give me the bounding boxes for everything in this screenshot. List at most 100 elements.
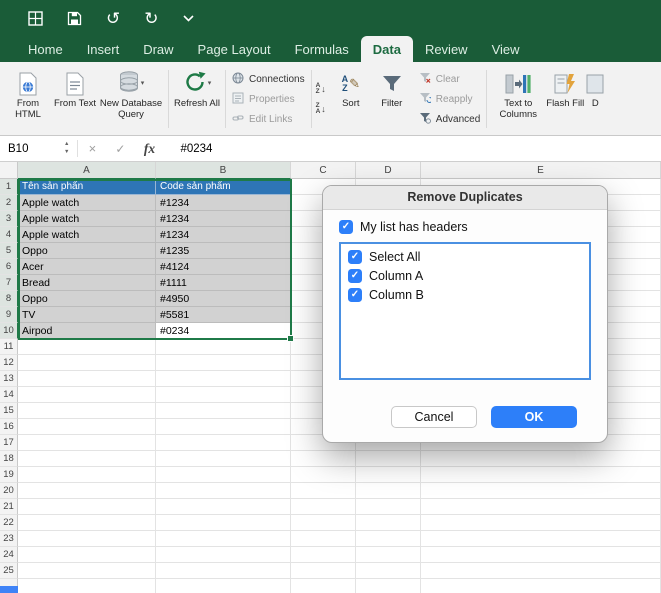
row-header-16[interactable]: 16 (0, 419, 18, 435)
row-header-8[interactable]: 8 (0, 291, 18, 307)
cell-A18[interactable] (18, 451, 156, 467)
row-header-12[interactable]: 12 (0, 355, 18, 371)
sort-za-button[interactable]: ZA ↓ (316, 102, 326, 116)
from-text-button[interactable]: From Text (52, 67, 98, 110)
row-header-6[interactable]: 6 (0, 259, 18, 275)
cell-B5[interactable]: #1235 (156, 243, 291, 259)
cell-E26[interactable] (421, 579, 661, 593)
checkbox-checked-icon[interactable]: ✓ (348, 268, 362, 283)
cell-B7[interactable]: #1111 (156, 275, 291, 291)
tab-insert[interactable]: Insert (75, 36, 132, 62)
row-header-19[interactable]: 19 (0, 467, 18, 483)
tab-draw[interactable]: Draw (131, 36, 185, 62)
cell-B26[interactable] (156, 579, 291, 593)
cell-C19[interactable] (291, 467, 356, 483)
cell-B15[interactable] (156, 403, 291, 419)
row-header-3[interactable]: 3 (0, 211, 18, 227)
cell-A23[interactable] (18, 531, 156, 547)
row-header-13[interactable]: 13 (0, 371, 18, 387)
edit-links-button[interactable]: Edit Links (232, 112, 305, 127)
cell-A2[interactable]: Apple watch (18, 195, 156, 211)
row-header-17[interactable]: 17 (0, 435, 18, 451)
column-header-e[interactable]: E (421, 162, 661, 179)
insert-function-button[interactable]: fx (134, 141, 164, 157)
refresh-all-button[interactable]: ▾ Refresh All (174, 67, 220, 110)
cell-E25[interactable] (421, 563, 661, 579)
cell-B16[interactable] (156, 419, 291, 435)
row-header-14[interactable]: 14 (0, 387, 18, 403)
cell-A24[interactable] (18, 547, 156, 563)
reapply-filter-button[interactable]: Reapply (419, 92, 480, 107)
cell-C26[interactable] (291, 579, 356, 593)
my-list-has-headers-checkbox[interactable]: ✓ My list has headers (339, 220, 591, 234)
cell-A17[interactable] (18, 435, 156, 451)
cell-A13[interactable] (18, 371, 156, 387)
row-header-18[interactable]: 18 (0, 451, 18, 467)
cell-D22[interactable] (356, 515, 421, 531)
column-header-b[interactable]: B (156, 162, 291, 179)
row-header-5[interactable]: 5 (0, 243, 18, 259)
cell-A19[interactable] (18, 467, 156, 483)
duplicate-column-option-column-b[interactable]: ✓ Column B (341, 285, 589, 304)
cell-A1[interactable]: Tên sản phẩn (18, 179, 156, 195)
cell-C24[interactable] (291, 547, 356, 563)
sort-az-button[interactable]: AZ ↓ (316, 82, 326, 96)
cell-D25[interactable] (356, 563, 421, 579)
cell-A15[interactable] (18, 403, 156, 419)
text-to-columns-button[interactable]: Text to Columns (492, 67, 544, 121)
checkbox-checked-icon[interactable]: ✓ (348, 287, 362, 302)
sort-button[interactable]: AZ ✎ Sort (331, 67, 371, 110)
cell-B21[interactable] (156, 499, 291, 515)
properties-button[interactable]: Properties (232, 92, 305, 107)
fill-handle[interactable] (287, 335, 294, 342)
checkbox-checked-icon[interactable]: ✓ (348, 249, 362, 264)
row-header-25[interactable]: 25 (0, 563, 18, 579)
formula-bar-value[interactable]: #0234 (180, 143, 212, 155)
tab-review[interactable]: Review (413, 36, 480, 62)
row-header-11[interactable]: 11 (0, 339, 18, 355)
cell-A8[interactable]: Oppo (18, 291, 156, 307)
column-header-d[interactable]: D (356, 162, 421, 179)
select-all-corner[interactable] (0, 162, 18, 179)
duplicate-columns-listbox[interactable]: ✓ Select All ✓ Column A ✓ Column B (339, 242, 591, 380)
cell-E18[interactable] (421, 451, 661, 467)
row-header-1[interactable]: 1 (0, 179, 18, 195)
cell-A6[interactable]: Acer (18, 259, 156, 275)
name-box-stepper[interactable]: ▲ ▼ (64, 141, 69, 155)
cancel-button[interactable]: Cancel (391, 406, 477, 428)
row-header-21[interactable]: 21 (0, 499, 18, 515)
row-header-7[interactable]: 7 (0, 275, 18, 291)
cell-A3[interactable]: Apple watch (18, 211, 156, 227)
cell-B6[interactable]: #4124 (156, 259, 291, 275)
cell-B12[interactable] (156, 355, 291, 371)
cell-A22[interactable] (18, 515, 156, 531)
row-header-4[interactable]: 4 (0, 227, 18, 243)
cell-B24[interactable] (156, 547, 291, 563)
cell-E20[interactable] (421, 483, 661, 499)
row-header-22[interactable]: 22 (0, 515, 18, 531)
cell-E21[interactable] (421, 499, 661, 515)
cell-E23[interactable] (421, 531, 661, 547)
cell-B4[interactable]: #1234 (156, 227, 291, 243)
cell-E24[interactable] (421, 547, 661, 563)
row-header-9[interactable]: 9 (0, 307, 18, 323)
cell-B20[interactable] (156, 483, 291, 499)
checkbox-checked-icon[interactable]: ✓ (339, 220, 353, 234)
cell-C18[interactable] (291, 451, 356, 467)
cell-A10[interactable]: Airpod (18, 323, 156, 339)
cell-A14[interactable] (18, 387, 156, 403)
flash-fill-button[interactable]: Flash Fill (545, 67, 585, 110)
cell-B25[interactable] (156, 563, 291, 579)
cell-A16[interactable] (18, 419, 156, 435)
cell-A11[interactable] (18, 339, 156, 355)
cell-B10[interactable]: #0234 (156, 323, 291, 339)
cell-B14[interactable] (156, 387, 291, 403)
row-header-10[interactable]: 10 (0, 323, 18, 339)
row-header-20[interactable]: 20 (0, 483, 18, 499)
cell-B23[interactable] (156, 531, 291, 547)
save-icon[interactable] (67, 11, 82, 26)
connections-button[interactable]: Connections (232, 72, 305, 87)
cell-A12[interactable] (18, 355, 156, 371)
toolbar-chevron-down-icon[interactable] (182, 14, 194, 22)
cell-B17[interactable] (156, 435, 291, 451)
